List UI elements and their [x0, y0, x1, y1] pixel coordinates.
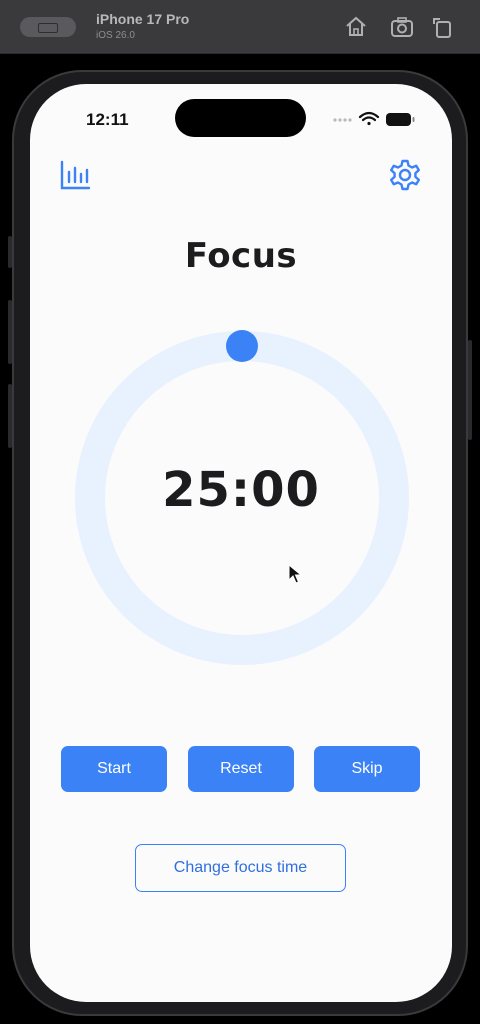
timer-display: 25:00	[162, 462, 320, 518]
mode-title: Focus	[184, 236, 298, 276]
app-screen: 12:11 Focus 25:00 Start Reset Skip Chang…	[30, 84, 452, 1002]
home-icon[interactable]	[343, 14, 369, 40]
os-version: iOS 26.0	[96, 30, 135, 41]
start-button[interactable]: Start	[61, 746, 167, 792]
reset-button[interactable]: Reset	[188, 746, 294, 792]
rotate-icon[interactable]	[430, 14, 456, 40]
cellular-icon	[333, 118, 352, 122]
power-button	[468, 340, 472, 440]
volume-down-button	[8, 384, 12, 448]
device-name: iPhone 17 Pro	[96, 11, 190, 27]
progress-knob[interactable]	[226, 330, 258, 362]
skip-button[interactable]: Skip	[314, 746, 420, 792]
mouse-cursor-icon	[288, 563, 303, 584]
screenshot-icon[interactable]	[389, 14, 415, 40]
wifi-icon	[358, 111, 380, 126]
stats-chart-icon[interactable]	[58, 158, 92, 192]
status-time: 12:11	[86, 110, 129, 129]
change-focus-time-button[interactable]: Change focus time	[135, 844, 346, 892]
battery-icon	[386, 113, 415, 126]
action-button	[8, 236, 12, 268]
sidebar-toggle-button[interactable]	[20, 17, 76, 37]
status-indicators	[332, 110, 422, 126]
settings-gear-icon[interactable]	[388, 158, 422, 192]
volume-up-button	[8, 300, 12, 364]
dynamic-island	[175, 99, 306, 137]
simulator-title-bar: iPhone 17 Pro iOS 26.0	[0, 0, 480, 54]
